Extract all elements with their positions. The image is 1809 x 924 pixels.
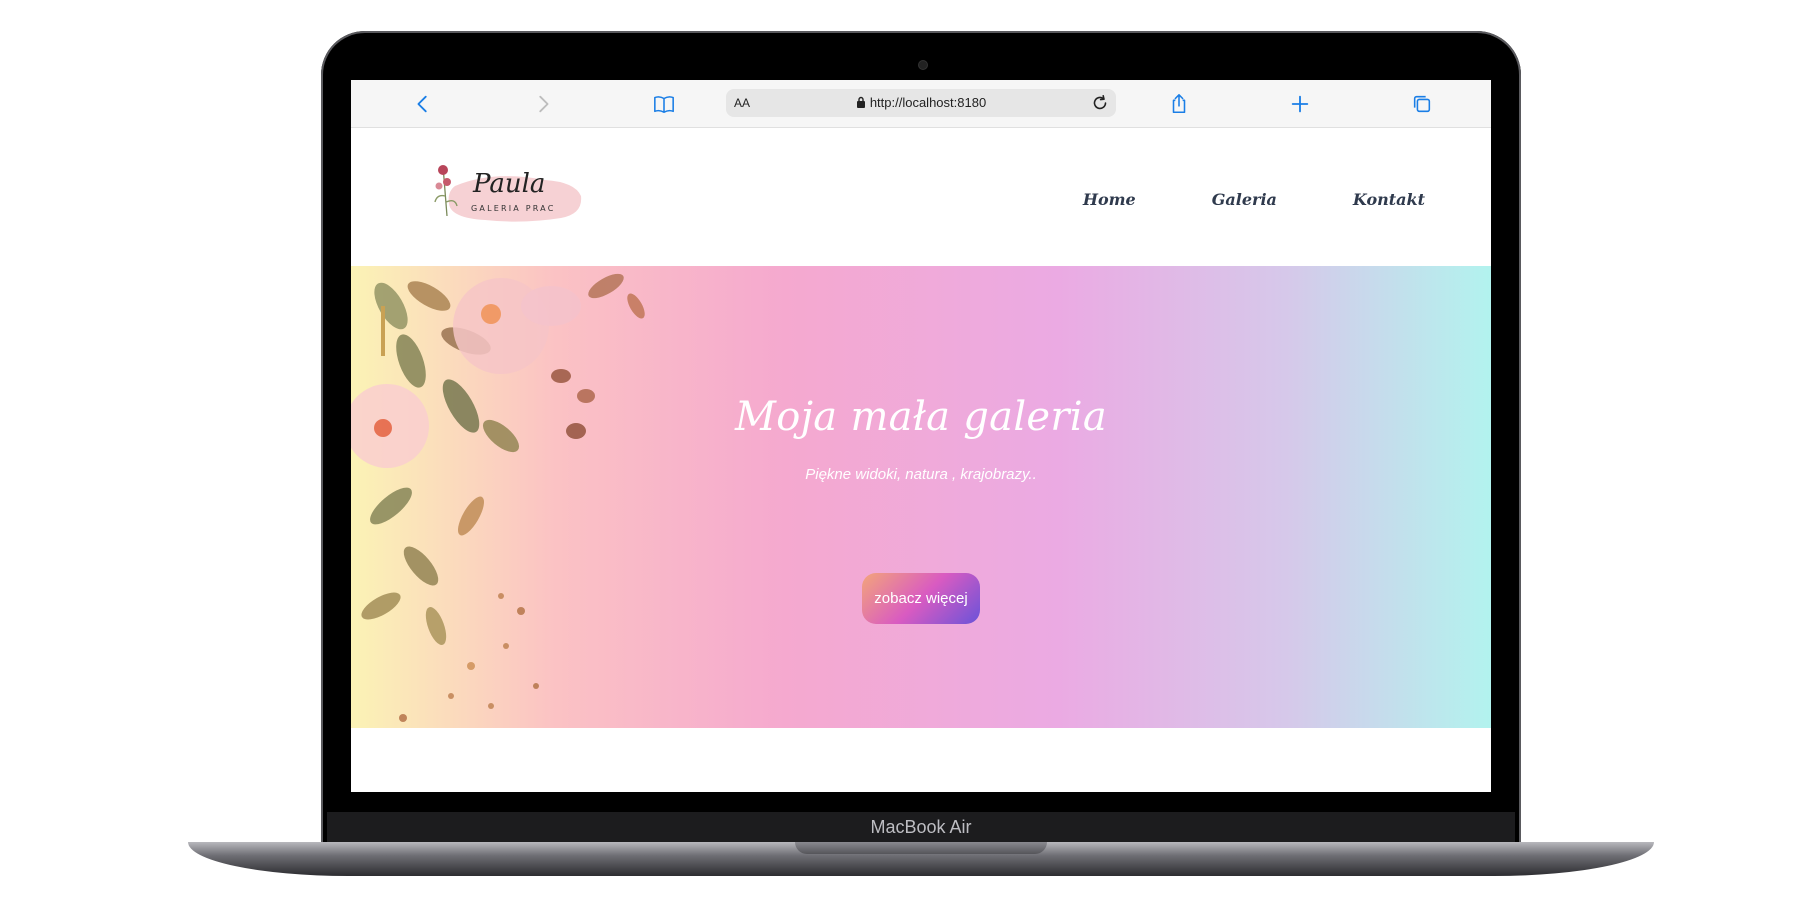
see-more-button[interactable]: zobacz więcej [862, 573, 980, 624]
camera [918, 60, 928, 70]
share-icon[interactable] [1167, 92, 1191, 116]
svg-text:Paula: Paula [472, 169, 545, 199]
hinge-strip: MacBook Air [327, 812, 1515, 842]
hero-title: Moja mała galeria [734, 394, 1108, 440]
lock-icon [856, 96, 865, 108]
nav-galeria-link[interactable]: Galeria [1212, 190, 1277, 209]
tabs-icon[interactable] [1410, 92, 1434, 116]
svg-text:GALERIA PRAC: GALERIA PRAC [471, 204, 556, 213]
logo[interactable]: Paula GALERIA PRAC [433, 156, 583, 228]
screen: AA http://localhost:8180 Paula GALERIA P… [351, 80, 1491, 792]
hero-subtitle: Piękne widoki, natura , krajobrazy.. [805, 466, 1037, 483]
bookmarks-icon[interactable] [652, 92, 676, 116]
browser-toolbar: AA http://localhost:8180 [351, 80, 1491, 128]
new-tab-icon[interactable] [1288, 92, 1312, 116]
site-header: Paula GALERIA PRAC Home Galeria Kontakt [351, 128, 1491, 266]
url-text: http://localhost:8180 [869, 95, 987, 110]
nav-home-link[interactable]: Home [1083, 190, 1136, 209]
hero-section: Moja mała galeria Piękne widoki, natura … [351, 266, 1491, 728]
main-nav: Home Galeria Kontakt [1083, 190, 1425, 209]
nav-kontakt-link[interactable]: Kontakt [1353, 190, 1425, 209]
forward-icon[interactable] [531, 92, 555, 116]
logo-image: Paula GALERIA PRAC [434, 165, 582, 222]
back-icon[interactable] [411, 92, 435, 116]
floral-decoration [351, 273, 645, 722]
reload-icon[interactable] [1090, 93, 1110, 113]
device-label: MacBook Air [870, 816, 972, 837]
address-bar[interactable]: AA http://localhost:8180 [726, 89, 1116, 117]
laptop-notch [795, 842, 1047, 854]
